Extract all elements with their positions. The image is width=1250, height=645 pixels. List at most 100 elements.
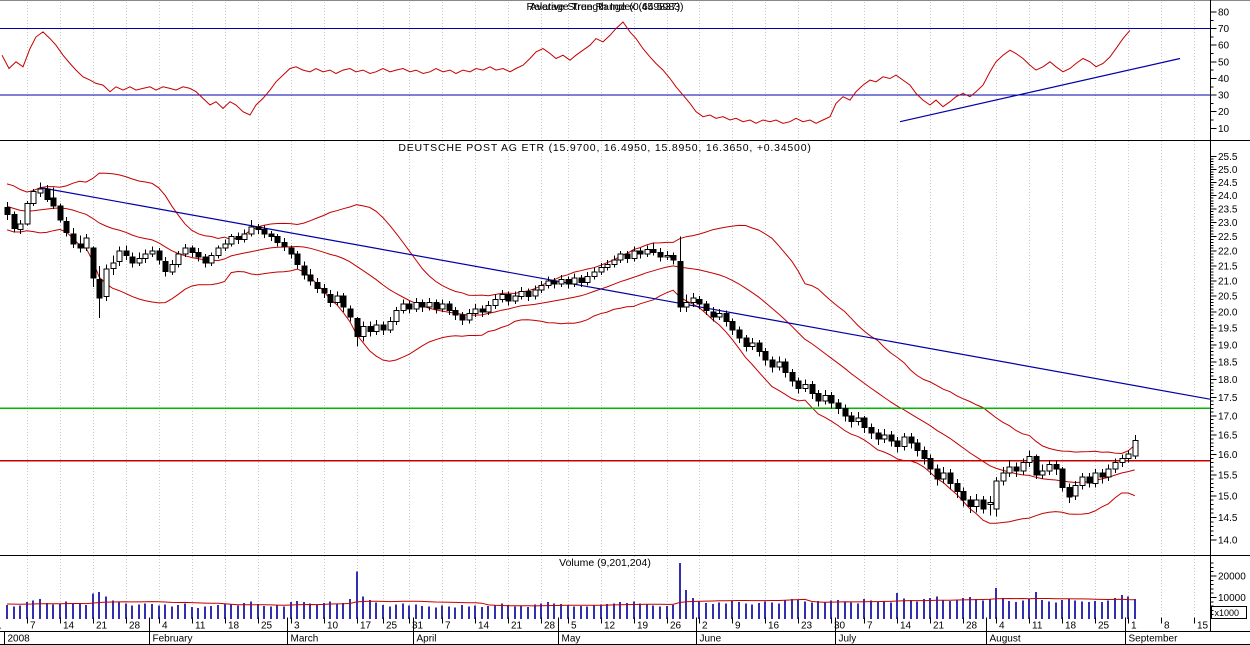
candle-body bbox=[987, 501, 994, 506]
rsi-panel-plot-area[interactable] bbox=[0, 0, 1210, 140]
candle-body bbox=[1072, 484, 1079, 497]
volume-bar bbox=[573, 606, 575, 619]
price-tick-label: 22.0 bbox=[1218, 247, 1238, 258]
month-label: 2008 bbox=[8, 634, 31, 645]
candle-body bbox=[848, 415, 855, 423]
candle-body bbox=[499, 294, 506, 300]
candle-body bbox=[77, 243, 84, 249]
candle-body bbox=[485, 305, 492, 313]
day-label: 16 bbox=[768, 621, 780, 632]
price-tick-label: 18.5 bbox=[1218, 357, 1238, 368]
volume-bar bbox=[210, 605, 212, 619]
volume-bar bbox=[910, 600, 912, 619]
volume-bar bbox=[151, 604, 153, 619]
price-panel-plot-area[interactable] bbox=[0, 140, 1210, 555]
candle-body bbox=[208, 255, 215, 264]
candle-body bbox=[37, 188, 44, 194]
candle-body bbox=[855, 417, 862, 423]
volume-bar bbox=[257, 604, 259, 619]
volume-bar bbox=[606, 604, 608, 619]
volume-bar bbox=[32, 600, 34, 619]
candle-body bbox=[1000, 472, 1007, 482]
candle-body bbox=[314, 281, 321, 289]
rsi-tick-label: 60 bbox=[1218, 41, 1230, 52]
candle-body bbox=[50, 197, 57, 207]
candle-body bbox=[631, 250, 638, 259]
volume-bar bbox=[791, 599, 793, 619]
candle-body bbox=[142, 253, 149, 259]
volume-bar bbox=[382, 605, 384, 619]
volume-bar bbox=[969, 597, 971, 619]
candle-body bbox=[888, 434, 895, 442]
volume-bar bbox=[369, 600, 371, 619]
candle-body bbox=[670, 255, 677, 261]
price-tick-label: 21.0 bbox=[1218, 276, 1238, 287]
day-label: 7 bbox=[445, 621, 451, 632]
candle-body bbox=[723, 313, 730, 323]
volume-bar bbox=[98, 592, 100, 619]
volume-bar bbox=[639, 603, 641, 619]
volume-bar bbox=[764, 601, 766, 619]
candle-body bbox=[354, 317, 361, 337]
volume-bar bbox=[731, 600, 733, 619]
candle-body bbox=[393, 309, 400, 323]
volume-bar bbox=[441, 605, 443, 619]
volume-bar bbox=[850, 602, 852, 619]
volume-bar bbox=[375, 602, 377, 619]
candle-body bbox=[875, 432, 882, 440]
candle-body bbox=[347, 308, 354, 318]
volume-bar bbox=[158, 605, 160, 619]
rsi-tick-label: 10 bbox=[1218, 124, 1230, 135]
candle-body bbox=[301, 265, 308, 276]
price-tick-label: 15.0 bbox=[1218, 491, 1238, 502]
candle-body bbox=[993, 480, 1000, 510]
month-label: February bbox=[153, 634, 193, 645]
candle-body bbox=[472, 308, 479, 315]
volume-bar bbox=[224, 603, 226, 619]
candle-body bbox=[1013, 466, 1020, 472]
volume-bar bbox=[1041, 600, 1043, 619]
candle-body bbox=[571, 277, 578, 285]
volume-bar bbox=[26, 602, 28, 619]
volume-bar bbox=[6, 605, 8, 619]
price-tick-label: 15.5 bbox=[1218, 471, 1238, 482]
volume-bar bbox=[342, 603, 344, 619]
candle-body bbox=[479, 308, 486, 313]
volume-bar bbox=[428, 606, 430, 619]
rsi-tick-label: 20 bbox=[1218, 107, 1230, 118]
month-label: April bbox=[417, 634, 437, 645]
candle-body bbox=[1086, 476, 1093, 484]
candle-body bbox=[644, 249, 651, 255]
candle-body bbox=[551, 280, 558, 285]
volume-bar bbox=[1068, 598, 1070, 619]
volume-tick-label: 20000 bbox=[1218, 572, 1246, 583]
candle-body bbox=[782, 361, 789, 373]
volume-bar bbox=[283, 606, 285, 619]
candle-body bbox=[63, 220, 70, 234]
day-label: 3 bbox=[294, 621, 300, 632]
day-label: 17 bbox=[360, 621, 372, 632]
volume-bar bbox=[705, 603, 707, 619]
candle-body bbox=[980, 499, 987, 510]
candle-body bbox=[156, 250, 163, 261]
candle-body bbox=[116, 250, 123, 262]
volume-bar bbox=[118, 602, 120, 619]
volume-bar bbox=[962, 597, 964, 619]
candle-body bbox=[512, 295, 519, 302]
candle-body bbox=[268, 233, 275, 238]
volume-bar bbox=[1028, 599, 1030, 619]
candle-body bbox=[584, 275, 591, 283]
volume-bar bbox=[349, 599, 351, 619]
candle-body bbox=[175, 253, 182, 265]
rsi-tick-label: 80 bbox=[1218, 8, 1230, 19]
candle-body bbox=[769, 359, 776, 368]
candle-body bbox=[90, 247, 97, 279]
volume-bar bbox=[270, 606, 272, 619]
volume-bar bbox=[666, 605, 668, 619]
price-tick-label: 16.5 bbox=[1218, 431, 1238, 442]
candle-body bbox=[802, 384, 809, 389]
volume-bar bbox=[547, 602, 549, 619]
candle-body bbox=[789, 371, 796, 382]
candle-body bbox=[123, 250, 130, 257]
volume-bar bbox=[942, 599, 944, 619]
